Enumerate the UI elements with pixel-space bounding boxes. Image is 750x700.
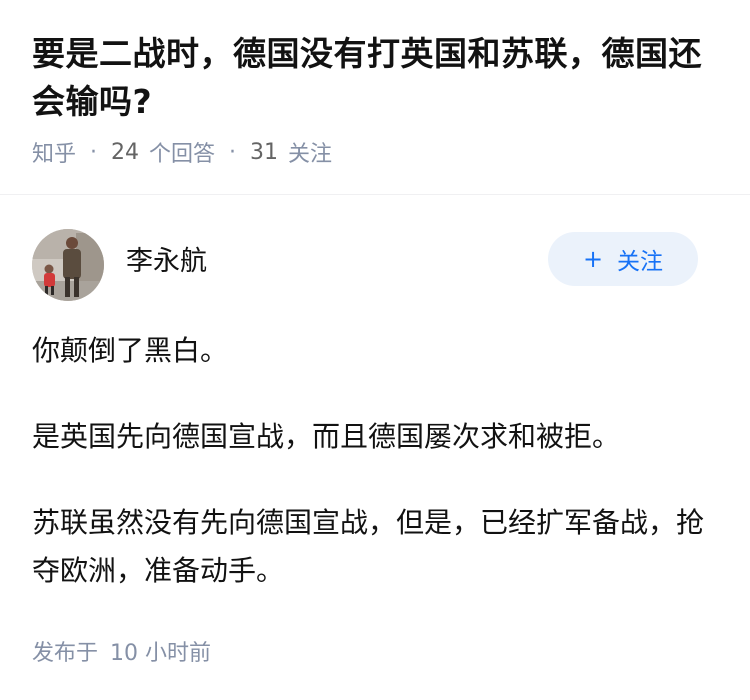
published-time: 发布于 10 小时前: [32, 635, 718, 667]
author-row: 李永航 + 关注: [32, 229, 718, 301]
follow-count-label: 关注: [288, 142, 333, 167]
answer-content: 你颠倒了黑白。 是英国先向德国宣战，而且德国屡次求和被拒。 苏联虽然没有先向德国…: [32, 327, 718, 595]
divider: [0, 194, 750, 195]
avatar-image: [32, 229, 104, 301]
answer-paragraph: 苏联虽然没有先向德国宣战，但是，已经扩军备战，抢夺欧洲，准备动手。: [32, 506, 705, 587]
question-title[interactable]: 要是二战时，德国没有打英国和苏联，德国还会输吗?: [32, 30, 718, 126]
answers-count: 24: [111, 139, 140, 165]
follow-button[interactable]: + 关注: [548, 232, 698, 286]
author-name[interactable]: 李永航: [126, 239, 207, 278]
plus-icon: +: [582, 245, 604, 273]
answer-paragraph: 是英国先向德国宣战，而且德国屡次求和被拒。: [32, 420, 621, 453]
avatar[interactable]: [32, 229, 104, 301]
published-label: 发布于: [32, 641, 99, 666]
source-label[interactable]: 知乎: [32, 136, 76, 168]
question-meta: 知乎 · 24 个回答 · 31 关注: [32, 136, 718, 168]
answer-paragraph: 你颠倒了黑白。: [32, 334, 229, 367]
question-header: 要是二战时，德国没有打英国和苏联，德国还会输吗? 知乎 · 24 个回答 · 3…: [0, 0, 750, 168]
follow-button-label: 关注: [617, 249, 664, 275]
meta-separator: ·: [90, 139, 98, 165]
meta-separator: ·: [229, 139, 237, 165]
author-info[interactable]: 李永航: [32, 229, 207, 301]
follow-count: 31: [250, 139, 279, 165]
answer-card: 李永航 + 关注 你颠倒了黑白。 是英国先向德国宣战，而且德国屡次求和被拒。 苏…: [0, 229, 750, 667]
published-value: 10 小时前: [110, 641, 212, 666]
answers-label[interactable]: 个回答: [149, 136, 215, 168]
